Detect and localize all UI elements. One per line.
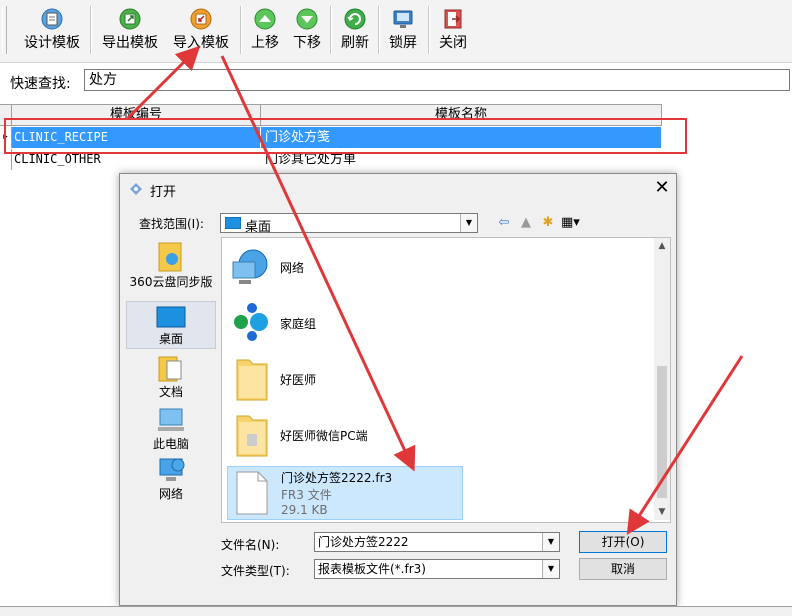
place-label: 360云盘同步版 — [129, 275, 213, 289]
move-up-button[interactable]: 上移 — [246, 4, 284, 58]
place-network[interactable]: 网络 — [126, 457, 216, 503]
file-name: 家庭组 — [280, 317, 317, 331]
toolbar: 设计模板 导出模板 导入模板 上移 下移 刷新 锁屏 关闭 — [0, 0, 792, 63]
scroll-up-icon[interactable]: ▲ — [654, 238, 670, 254]
place-computer[interactable]: 此电脑 — [126, 407, 216, 453]
move-down-label: 下移 — [293, 35, 321, 51]
open-file-dialog: 打开 ✕ 查找范围(I): 桌面 ▼ ⇦ ▲ ✱ ▦▾ 360云盘同步版 桌面 文档 … — [119, 173, 677, 606]
place-label: 桌面 — [158, 332, 183, 346]
toolbar-separator — [330, 6, 332, 54]
place-label: 文档 — [158, 385, 183, 399]
list-item[interactable]: 好医师微信PC端 — [227, 410, 463, 462]
place-label: 此电脑 — [152, 437, 189, 451]
move-down-button[interactable]: 下移 — [288, 4, 326, 58]
close-button[interactable]: 关闭 — [434, 4, 472, 58]
toolbar-separator — [240, 6, 242, 54]
file-size: 29.1 KB — [281, 503, 328, 517]
move-up-label: 上移 — [251, 35, 279, 51]
file-name-label: 文件名(N): — [221, 538, 280, 552]
look-in-value: 桌面 — [245, 220, 272, 235]
place-desktop[interactable]: 桌面 — [126, 301, 216, 349]
file-name: 门诊处方签2222.fr3 — [281, 471, 393, 485]
network-icon — [159, 458, 185, 481]
lock-screen-label: 锁屏 — [389, 35, 417, 51]
folder-icon — [236, 415, 268, 457]
computer-icon — [158, 408, 184, 431]
quick-search-row: 快速查找: 处方 — [0, 66, 792, 96]
dialog-app-icon — [130, 183, 142, 195]
file-type-value: 报表模板文件(*.fr3) — [318, 562, 426, 576]
quick-search-label: 快速查找: — [10, 76, 71, 92]
lock-screen-button[interactable]: 锁屏 — [384, 4, 422, 58]
list-item[interactable]: 门诊处方签2222.fr3 FR3 文件 29.1 KB — [227, 466, 463, 520]
file-list-scrollbar[interactable]: ▲ ▼ — [654, 238, 670, 520]
network-icon — [232, 249, 268, 284]
dialog-title: 打开 — [150, 185, 177, 200]
export-template-icon — [119, 8, 141, 30]
move-down-icon — [296, 8, 318, 30]
new-folder-icon[interactable]: ✱ — [539, 215, 557, 231]
export-template-label: 导出模板 — [102, 35, 158, 51]
refresh-label: 刷新 — [341, 35, 369, 51]
chevron-down-icon[interactable]: ▼ — [542, 560, 559, 578]
toolbar-separator — [90, 6, 92, 54]
file-type: FR3 文件 — [281, 488, 332, 502]
place-cloud[interactable]: 360云盘同步版 — [126, 239, 216, 297]
design-template-icon — [41, 8, 63, 30]
look-in-dropdown[interactable]: 桌面 ▼ — [220, 213, 478, 235]
file-icon — [236, 471, 268, 515]
look-in-label: 查找范围(I): — [139, 217, 204, 231]
file-name: 网络 — [280, 261, 305, 275]
file-name: 好医师 — [280, 373, 317, 387]
dialog-close-icon[interactable]: ✕ — [652, 178, 672, 198]
refresh-icon — [344, 8, 366, 30]
quick-search-input[interactable]: 处方 — [84, 69, 790, 91]
import-template-label: 导入模板 — [173, 35, 229, 51]
list-item[interactable]: 家庭组 — [227, 298, 463, 350]
view-menu-icon[interactable]: ▦▾ — [561, 215, 580, 231]
chevron-down-icon[interactable]: ▼ — [542, 533, 559, 551]
file-name-value: 门诊处方签2222 — [318, 535, 409, 549]
desktop-icon — [225, 217, 241, 229]
design-template-button[interactable]: 设计模板 — [20, 4, 84, 58]
move-up-icon — [254, 8, 276, 30]
file-type-label: 文件类型(T): — [221, 564, 290, 578]
close-exit-icon — [444, 9, 462, 29]
place-label: 网络 — [158, 487, 183, 501]
list-item[interactable]: 好医师 — [227, 354, 463, 406]
close-label: 关闭 — [439, 35, 467, 51]
scrollbar-thumb[interactable] — [657, 366, 667, 498]
cancel-button[interactable]: 取消 — [579, 558, 667, 580]
up-folder-icon[interactable]: ▲ — [517, 215, 535, 231]
design-template-label: 设计模板 — [24, 35, 80, 51]
homegroup-icon — [234, 303, 268, 341]
documents-icon — [158, 356, 182, 382]
lock-screen-icon — [393, 10, 413, 28]
places-bar: 360云盘同步版 桌面 文档 此电脑 网络 — [126, 237, 216, 527]
file-list[interactable]: 网络 家庭组 好医师 好医师微信PC端 门诊处方签2222.fr3 FR3 文件… — [221, 237, 671, 523]
open-button[interactable]: 打开(O) — [579, 531, 667, 553]
refresh-button[interactable]: 刷新 — [336, 4, 374, 58]
toolbar-separator — [428, 6, 430, 54]
file-name: 好医师微信PC端 — [280, 429, 368, 443]
desktop-icon — [156, 306, 186, 328]
dialog-nav-toolbar: ⇦ ▲ ✱ ▦▾ — [495, 215, 583, 233]
import-template-button[interactable]: 导入模板 — [168, 4, 234, 58]
list-item[interactable]: 网络 — [227, 242, 463, 294]
export-template-button[interactable]: 导出模板 — [98, 4, 162, 58]
chevron-down-icon[interactable]: ▼ — [460, 214, 477, 232]
annotation-highlight-box — [4, 118, 687, 154]
folder-icon — [236, 359, 268, 401]
cloud-folder-icon — [158, 242, 182, 272]
scroll-down-icon[interactable]: ▼ — [654, 504, 670, 520]
place-documents[interactable]: 文档 — [126, 355, 216, 401]
file-type-dropdown[interactable]: 报表模板文件(*.fr3) ▼ — [314, 559, 560, 579]
file-name-input[interactable]: 门诊处方签2222 ▼ — [314, 532, 560, 552]
back-icon[interactable]: ⇦ — [495, 215, 513, 231]
toolbar-separator — [378, 6, 380, 54]
import-template-icon — [190, 8, 212, 30]
toolbar-grip — [2, 6, 7, 54]
